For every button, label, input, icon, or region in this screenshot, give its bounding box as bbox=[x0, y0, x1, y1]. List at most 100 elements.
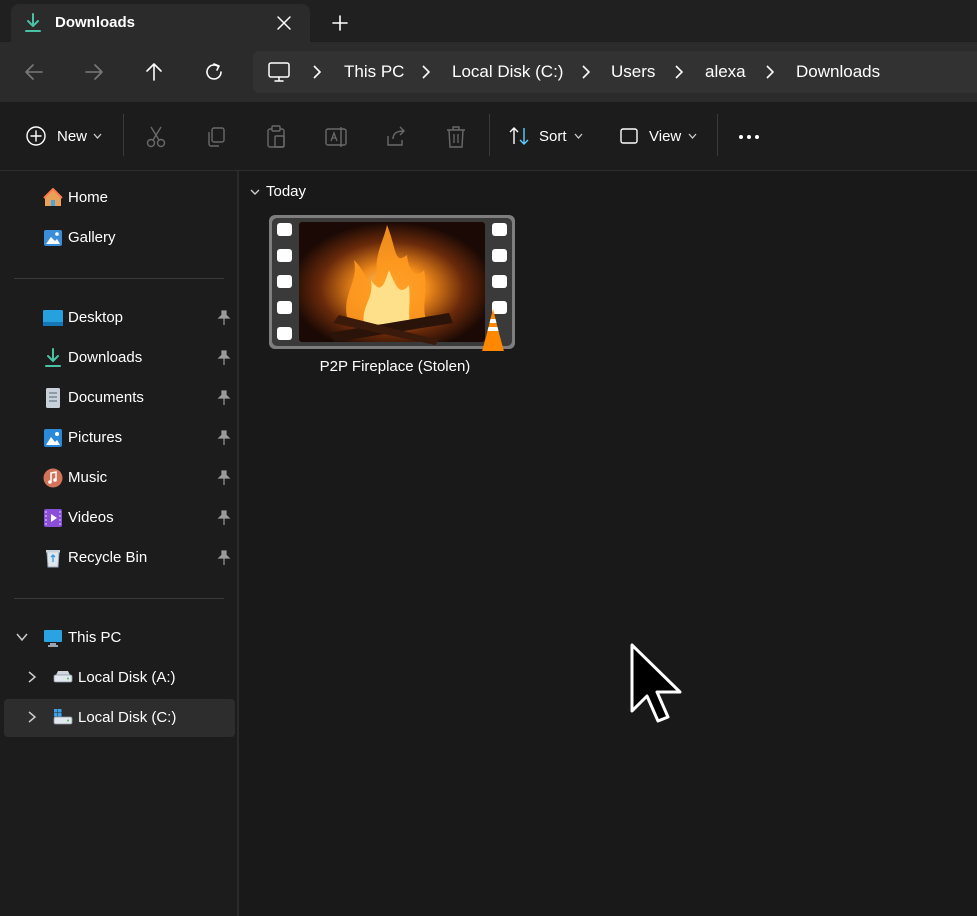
new-button[interactable]: New bbox=[25, 124, 107, 150]
sidebar-item-label: Desktop bbox=[68, 309, 124, 326]
cut-icon[interactable] bbox=[144, 124, 168, 150]
view-label: View bbox=[649, 128, 682, 145]
sort-button[interactable]: Sort bbox=[508, 124, 588, 150]
sidebar-item-label: This PC bbox=[68, 629, 122, 646]
chevron-right-icon[interactable] bbox=[25, 710, 39, 724]
videos-icon bbox=[44, 509, 62, 527]
more-icon[interactable] bbox=[737, 124, 761, 150]
toolbar-divider bbox=[489, 114, 490, 156]
pin-icon[interactable] bbox=[217, 550, 231, 566]
copy-icon[interactable] bbox=[204, 124, 228, 150]
chevron-down-icon[interactable] bbox=[249, 186, 261, 198]
sidebar-item-label: Documents bbox=[68, 389, 144, 406]
monitor-icon bbox=[44, 630, 62, 647]
monitor-icon[interactable] bbox=[267, 61, 291, 83]
sidebar-item-gallery[interactable]: Gallery bbox=[4, 219, 235, 257]
drive-icon bbox=[53, 671, 73, 683]
sidebar-item-label: Recycle Bin bbox=[68, 549, 148, 566]
chevron-right-icon[interactable] bbox=[672, 64, 686, 80]
chevron-right-icon[interactable] bbox=[419, 64, 433, 80]
toolbar-divider bbox=[123, 114, 124, 156]
paste-icon[interactable] bbox=[264, 124, 288, 150]
sort-arrows-icon bbox=[509, 127, 529, 145]
group-header[interactable]: Today bbox=[266, 183, 306, 200]
breadcrumb[interactable]: This PC Local Disk (C:) Users alexa Down… bbox=[253, 51, 977, 93]
tab-strip: Downloads bbox=[0, 0, 977, 42]
sidebar-item-pictures[interactable]: Pictures bbox=[4, 419, 235, 457]
chevron-right-icon[interactable] bbox=[310, 64, 324, 80]
view-icon bbox=[620, 128, 638, 144]
new-label: New bbox=[57, 128, 88, 145]
video-thumbnail bbox=[269, 215, 515, 351]
plus-icon[interactable] bbox=[329, 12, 351, 34]
navigation-pane: Home Gallery Desktop Downloads Documents bbox=[0, 171, 237, 916]
pictures-icon bbox=[44, 429, 62, 447]
file-name[interactable]: P2P Fireplace (Stolen) bbox=[269, 358, 521, 375]
breadcrumb-downloads[interactable]: Downloads bbox=[796, 62, 880, 82]
toolbar-divider bbox=[717, 114, 718, 156]
sidebar-divider bbox=[14, 598, 224, 599]
chevron-right-icon[interactable] bbox=[763, 64, 777, 80]
sidebar-divider bbox=[14, 278, 224, 279]
file-item[interactable]: P2P Fireplace (Stolen) bbox=[269, 213, 519, 383]
documents-icon bbox=[46, 388, 60, 408]
download-icon bbox=[45, 348, 61, 367]
sidebar-item-this-pc[interactable]: This PC bbox=[4, 619, 235, 657]
breadcrumb-this-pc[interactable]: This PC bbox=[344, 62, 404, 82]
rename-icon[interactable] bbox=[324, 124, 350, 150]
arrow-up-icon[interactable] bbox=[140, 58, 168, 86]
file-list[interactable]: Today P2P Fireplace (Stolen) bbox=[239, 171, 977, 916]
download-icon bbox=[25, 13, 41, 32]
chevron-down-icon bbox=[93, 133, 102, 139]
sidebar-item-label: Downloads bbox=[68, 349, 143, 366]
chevron-right-icon[interactable] bbox=[579, 64, 593, 80]
sidebar-item-documents[interactable]: Documents bbox=[4, 379, 235, 417]
delete-icon[interactable] bbox=[444, 124, 468, 150]
sidebar-item-label: Home bbox=[68, 189, 109, 206]
chevron-down-icon bbox=[574, 133, 583, 139]
arrow-right-icon[interactable] bbox=[80, 58, 108, 86]
sidebar-item-local-disk-c[interactable]: Local Disk (C:) bbox=[4, 699, 235, 737]
breadcrumb-alexa[interactable]: alexa bbox=[705, 62, 746, 82]
sidebar-item-downloads[interactable]: Downloads bbox=[4, 339, 235, 377]
chevron-right-icon[interactable] bbox=[25, 670, 39, 684]
command-bar: New Sort View bbox=[0, 102, 977, 171]
pin-icon[interactable] bbox=[217, 430, 231, 446]
pin-icon[interactable] bbox=[217, 390, 231, 406]
share-icon[interactable] bbox=[384, 124, 408, 150]
sidebar-item-desktop[interactable]: Desktop bbox=[4, 299, 235, 337]
tab-downloads[interactable]: Downloads bbox=[11, 4, 310, 42]
recycle-bin-icon bbox=[46, 550, 60, 568]
chevron-down-icon[interactable] bbox=[15, 630, 29, 644]
refresh-icon[interactable] bbox=[200, 58, 228, 86]
arrow-left-icon[interactable] bbox=[20, 58, 48, 86]
music-icon bbox=[43, 468, 63, 488]
tab-title: Downloads bbox=[55, 14, 136, 31]
sidebar-item-home[interactable]: Home bbox=[4, 179, 235, 217]
breadcrumb-users[interactable]: Users bbox=[611, 62, 655, 82]
sidebar-item-label: Videos bbox=[68, 509, 114, 526]
pin-icon[interactable] bbox=[217, 310, 231, 326]
sidebar-item-label: Pictures bbox=[68, 429, 123, 446]
sidebar-item-recycle-bin[interactable]: Recycle Bin bbox=[4, 539, 235, 577]
sidebar-item-music[interactable]: Music bbox=[4, 459, 235, 497]
view-button[interactable]: View bbox=[619, 124, 701, 150]
home-icon bbox=[43, 188, 63, 206]
sidebar-item-videos[interactable]: Videos bbox=[4, 499, 235, 537]
sidebar-item-label: Music bbox=[68, 469, 108, 486]
plus-circle-icon bbox=[26, 126, 46, 146]
pin-icon[interactable] bbox=[217, 510, 231, 526]
chevron-down-icon bbox=[688, 133, 697, 139]
sidebar-item-local-disk-a[interactable]: Local Disk (A:) bbox=[4, 659, 235, 697]
sidebar-item-label: Gallery bbox=[68, 229, 116, 246]
gallery-icon bbox=[44, 230, 62, 246]
desktop-icon bbox=[43, 310, 63, 326]
sidebar-item-label: Local Disk (A:) bbox=[78, 669, 176, 686]
system-drive-icon bbox=[53, 709, 73, 725]
breadcrumb-local-disk-c[interactable]: Local Disk (C:) bbox=[452, 62, 563, 82]
close-icon[interactable] bbox=[274, 13, 294, 33]
sort-label: Sort bbox=[539, 128, 567, 145]
pin-icon[interactable] bbox=[217, 470, 231, 486]
sidebar-item-label: Local Disk (C:) bbox=[78, 709, 177, 726]
pin-icon[interactable] bbox=[217, 350, 231, 366]
